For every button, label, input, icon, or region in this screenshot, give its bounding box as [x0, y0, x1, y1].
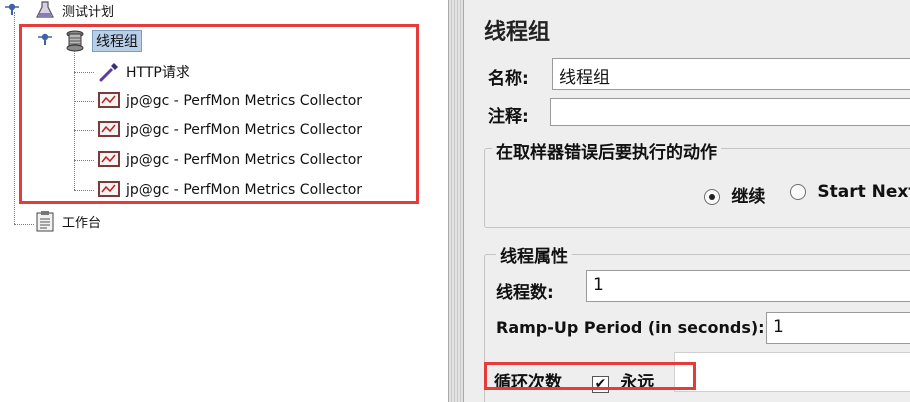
tree-line — [14, 224, 34, 225]
tree-line — [74, 50, 75, 190]
rampup-field[interactable]: 1 — [766, 312, 910, 344]
monitor-icon — [98, 179, 120, 201]
tree-node-test-plan[interactable]: 测试计划 — [34, 0, 114, 23]
comment-field[interactable] — [550, 98, 910, 126]
tree-node-workbench[interactable]: 工作台 — [34, 208, 101, 234]
thread-group-form: 线程组 名称: 线程组 注释: 在取样器错误后要执行的动作 继续 Start N… — [464, 0, 910, 402]
tree-node-label: jp@gc - PerfMon Metrics Collector — [126, 122, 363, 138]
threads-field[interactable]: 1 — [586, 270, 910, 302]
radio-button[interactable] — [704, 189, 720, 205]
tree-node-perfmon-collector[interactable]: jp@gc - PerfMon Metrics Collector — [98, 177, 362, 203]
tree-node-label: jp@gc - PerfMon Metrics Collector — [126, 152, 363, 168]
rampup-label: Ramp-Up Period (in seconds): — [496, 318, 765, 337]
tree-node-perfmon-collector[interactable]: jp@gc - PerfMon Metrics Collector — [98, 88, 362, 114]
radio-start-next-label: Start Next — [817, 182, 910, 202]
radio-button[interactable] — [790, 184, 806, 200]
threads-label: 线程数: — [496, 283, 554, 303]
tree-node-perfmon-collector[interactable]: jp@gc - PerfMon Metrics Collector — [98, 147, 362, 173]
radio-continue[interactable]: 继续 — [704, 182, 765, 207]
tree-line — [74, 101, 94, 102]
tree-line — [74, 190, 94, 191]
monitor-icon — [98, 90, 120, 112]
error-action-title: 在取样器错误后要执行的动作 — [492, 138, 721, 163]
page-title: 线程组 — [484, 20, 551, 45]
radio-start-next[interactable]: Start Next — [790, 182, 910, 202]
tree-node-label: jp@gc - PerfMon Metrics Collector — [126, 182, 363, 198]
tree-line — [74, 130, 94, 131]
tree-node-label: HTTP请求 — [126, 65, 190, 81]
collapse-toggle-icon[interactable] — [5, 2, 19, 16]
loop-count-field[interactable] — [674, 352, 910, 392]
test-plan-tree: 测试计划 线程组 HTTP请求 jp@gc - PerfMon Metrics … — [0, 0, 448, 402]
flask-icon — [34, 0, 56, 21]
monitor-icon — [98, 149, 120, 171]
tree-node-perfmon-collector[interactable]: jp@gc - PerfMon Metrics Collector — [98, 117, 362, 143]
tree-line — [74, 160, 94, 161]
comment-label: 注释: — [488, 107, 529, 127]
tree-line — [14, 12, 15, 224]
spool-icon — [64, 30, 86, 52]
collapse-toggle-icon[interactable] — [38, 32, 52, 46]
monitor-icon — [98, 119, 120, 141]
radio-continue-label: 继续 — [731, 187, 766, 207]
tree-node-label: 测试计划 — [62, 4, 115, 20]
forever-label: 永远 — [620, 373, 655, 393]
loop-count-label: 循环次数 — [494, 373, 562, 393]
name-field[interactable]: 线程组 — [552, 58, 910, 90]
forever-checkbox-row[interactable]: ✔ 永远 — [592, 368, 654, 393]
tree-node-label: 工作台 — [62, 215, 102, 231]
pipette-icon — [98, 61, 120, 83]
tree-node-http-request[interactable]: HTTP请求 — [98, 59, 190, 85]
tree-line — [74, 72, 94, 73]
name-label: 名称: — [488, 69, 529, 89]
forever-checkbox[interactable]: ✔ — [592, 376, 609, 393]
tree-node-thread-group[interactable]: 线程组 — [64, 28, 142, 54]
tree-node-label: 线程组 — [92, 30, 142, 52]
pane-splitter[interactable] — [448, 0, 464, 402]
clipboard-icon — [34, 210, 56, 232]
tree-node-label: jp@gc - PerfMon Metrics Collector — [126, 93, 363, 109]
thread-properties-title: 线程属性 — [496, 242, 572, 267]
